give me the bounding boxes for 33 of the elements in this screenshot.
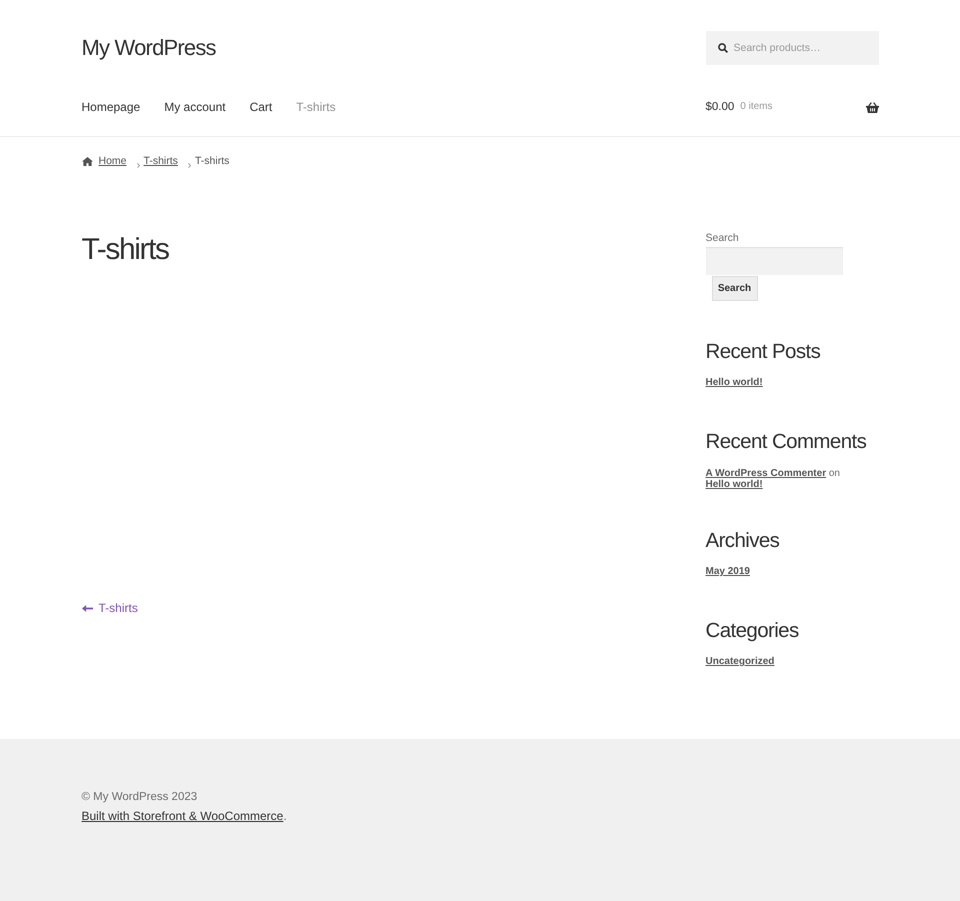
footer-credit: Built with Storefront & WooCommerce. [82,808,288,825]
home-icon [82,156,92,166]
search-input[interactable] [706,247,842,275]
arrow-left-icon [82,604,92,612]
credit-link[interactable]: Built with Storefront & WooCommerce [82,809,284,823]
product-search-field[interactable]: Search products… [706,31,878,65]
breadcrumb-current: T-shirts [194,154,230,169]
mini-cart-summary[interactable]: $0.00 0 items [706,97,878,117]
nav-link[interactable]: My account [164,92,226,122]
widget-title: Recent Comments [706,429,868,455]
page-title: T-shirts [82,232,170,268]
search-button[interactable]: Search [712,276,758,301]
previous-post-link[interactable]: T-shirts [82,598,138,618]
widget-link[interactable]: Uncategorized [706,654,774,670]
widget-link[interactable]: Hello world! [706,375,763,391]
recent-comment: A WordPress Commenter on Hello world! [706,467,841,490]
search-label: Search [706,231,740,246]
widget-title: Archives [706,528,780,554]
widget-title: Categories [706,618,800,644]
basket-icon [866,102,878,112]
nav-link[interactable]: Homepage [82,92,140,122]
breadcrumb-link[interactable]: T-shirts [144,153,178,169]
separator-icon [136,162,140,168]
widget-link[interactable]: May 2019 [706,564,750,580]
separator-icon [188,162,191,168]
site-title[interactable]: My WordPress [82,33,216,63]
copyright-text: © My WordPress 2023 [82,790,198,805]
breadcrumb-link[interactable]: Home [98,153,127,169]
post-link[interactable]: Hello world! [706,479,763,490]
comment-author-link[interactable]: A WordPress Commenter [706,468,826,479]
widget-title: Recent Posts [706,339,822,365]
search-icon [718,43,728,53]
nav-link[interactable]: Cart [250,92,272,122]
